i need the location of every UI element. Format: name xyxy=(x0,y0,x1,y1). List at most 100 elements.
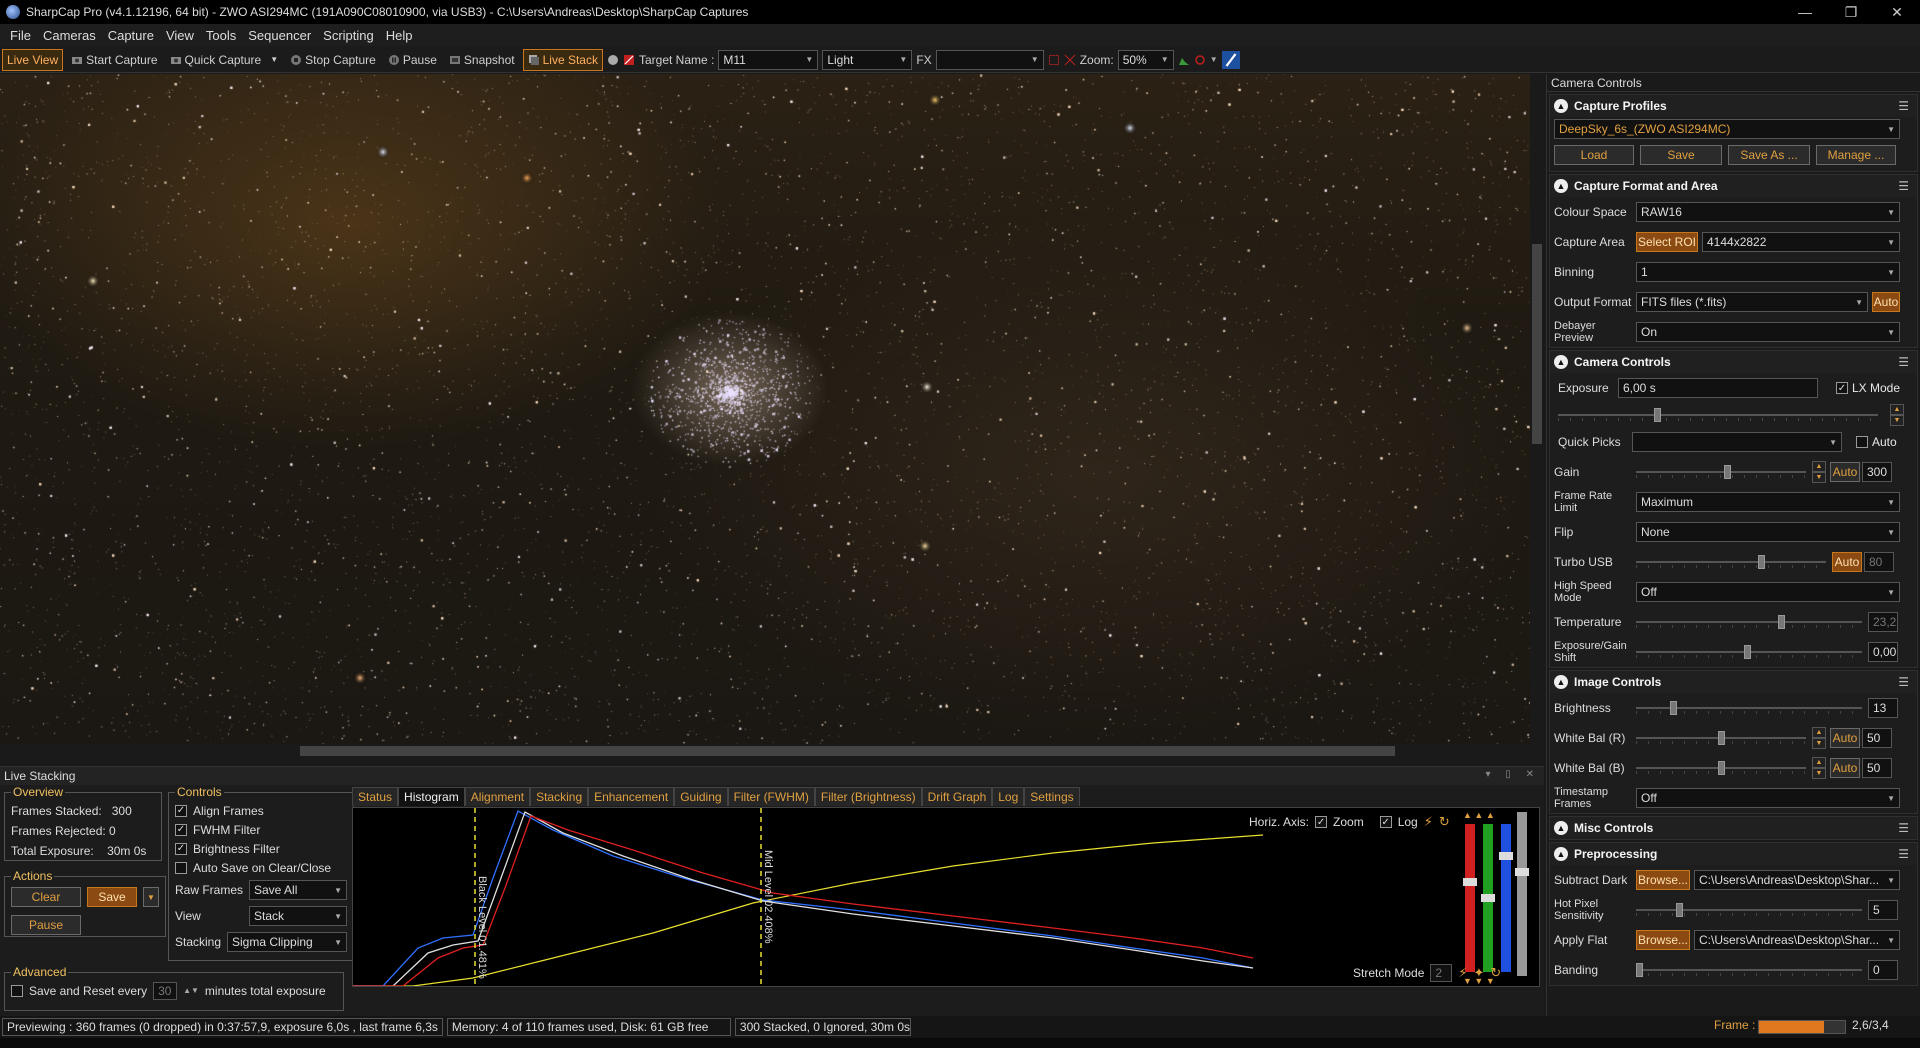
gain-spinner[interactable]: ▲ ▼ xyxy=(1812,461,1826,483)
gain-auto-button[interactable]: Auto xyxy=(1830,462,1860,482)
turbo-usb-input[interactable]: 80 xyxy=(1864,552,1894,572)
white-bal-r-input[interactable]: 50 xyxy=(1862,728,1892,748)
gain-input[interactable]: 300 xyxy=(1862,462,1892,482)
maximize-button[interactable]: ❐ xyxy=(1828,0,1874,24)
tab-stacking[interactable]: Stacking xyxy=(530,787,589,806)
save-profile-button[interactable]: Save xyxy=(1640,145,1722,165)
spin-up-icon[interactable]: ▲ xyxy=(1812,757,1826,768)
white-bal-r-slider[interactable] xyxy=(1636,731,1806,745)
exposure-gain-shift-input[interactable]: 0,00 xyxy=(1868,642,1898,662)
brightness-slider[interactable] xyxy=(1636,701,1862,715)
menu-icon[interactable]: ☰ xyxy=(1898,355,1909,369)
menu-icon[interactable]: ☰ xyxy=(1898,821,1909,835)
snapshot-button[interactable]: Snapshot xyxy=(445,49,519,71)
gain-slider[interactable] xyxy=(1636,465,1806,479)
close-button[interactable]: ✕ xyxy=(1874,0,1920,24)
luminance-channel-slider[interactable] xyxy=(1517,812,1527,976)
exposure-input[interactable]: 6,00 s xyxy=(1618,378,1818,398)
frame-type-combo[interactable]: Light ▼ xyxy=(822,49,913,70)
white-bal-b-auto-button[interactable]: Auto xyxy=(1830,758,1860,778)
colour-space-combo[interactable]: RAW16 ▼ xyxy=(1636,202,1900,222)
stretch-mode-input[interactable]: 2 xyxy=(1430,964,1453,982)
hot-pixel-input[interactable]: 5 xyxy=(1868,900,1898,920)
spin-down-icon[interactable]: ▼ xyxy=(1812,472,1826,483)
white-bal-b-spinner[interactable]: ▲ ▼ xyxy=(1812,757,1826,779)
lx-mode-checkbox[interactable]: ✓ xyxy=(1836,382,1848,394)
log-checkbox[interactable]: ✓ xyxy=(1379,816,1392,828)
spin-down-icon[interactable]: ▼ xyxy=(1812,738,1826,749)
image-controls-header[interactable]: ▲ Image Controls ☰ xyxy=(1550,671,1917,693)
green-slider-knob[interactable] xyxy=(1481,894,1495,902)
auto-save-checkbox[interactable] xyxy=(175,861,187,874)
pin-icon[interactable] xyxy=(1221,50,1240,69)
pause-button[interactable]: Pause xyxy=(384,49,441,71)
zoom-checkbox[interactable]: ✓ xyxy=(1315,816,1328,828)
spin-up-icon[interactable]: ▲ xyxy=(1812,461,1826,472)
save-reset-checkbox[interactable] xyxy=(11,984,23,997)
live-stack-button[interactable]: Live Stack xyxy=(522,48,603,71)
stop-capture-button[interactable]: Stop Capture xyxy=(286,49,380,71)
histogram-panel[interactable]: Black Level 01.481% Mid Level 02.408% ▲ … xyxy=(352,807,1540,987)
raw-frames-combo[interactable]: Save All ▼ xyxy=(249,880,347,900)
tab-filter-brightness[interactable]: Filter (Brightness) xyxy=(814,787,922,806)
exposure-gain-shift-slider[interactable] xyxy=(1636,645,1862,659)
stretch-star-icon[interactable]: ✦ xyxy=(1474,965,1485,981)
sphere-icon[interactable] xyxy=(607,54,619,66)
red-slider-knob[interactable] xyxy=(1463,878,1477,886)
tab-log[interactable]: Log xyxy=(992,787,1025,806)
tab-alignment[interactable]: Alignment xyxy=(464,787,531,806)
frame-rate-limit-combo[interactable]: Maximum ▼ xyxy=(1636,492,1900,512)
white-bal-b-slider[interactable] xyxy=(1636,761,1806,775)
white-bal-b-input[interactable]: 50 xyxy=(1862,758,1892,778)
menu-view[interactable]: View xyxy=(160,28,200,43)
settings-icon[interactable] xyxy=(1194,54,1206,66)
menu-sequencer[interactable]: Sequencer xyxy=(242,28,317,43)
collapse-icon[interactable]: ▲ xyxy=(1554,99,1568,113)
menu-icon[interactable]: ☰ xyxy=(1898,675,1909,689)
stretch-reset-icon[interactable]: ↻ xyxy=(1490,965,1501,981)
menu-help[interactable]: Help xyxy=(380,28,419,43)
blue-slider-knob[interactable] xyxy=(1499,852,1513,860)
blue-channel-slider[interactable] xyxy=(1501,824,1511,972)
collapse-icon[interactable]: ▲ xyxy=(1554,847,1568,861)
quick-picks-auto-checkbox[interactable] xyxy=(1856,436,1868,448)
tab-guiding[interactable]: Guiding xyxy=(674,787,728,806)
histogram-icon[interactable] xyxy=(1178,54,1190,66)
white-bal-r-auto-button[interactable]: Auto xyxy=(1830,728,1860,748)
menu-file[interactable]: File xyxy=(4,28,37,43)
binning-combo[interactable]: 1 ▼ xyxy=(1636,262,1900,282)
profile-combo[interactable]: DeepSky_6s_(ZWO ASI294MC) ▼ xyxy=(1554,119,1900,139)
image-horizontal-scrollbar[interactable] xyxy=(0,744,1530,758)
collapse-icon[interactable]: ▲ xyxy=(1554,179,1568,193)
browse-dark-button[interactable]: Browse... xyxy=(1636,870,1690,890)
tab-drift-graph[interactable]: Drift Graph xyxy=(921,787,993,806)
channel-up-arrows-icon[interactable]: ▲ ▲ ▲ xyxy=(1463,810,1495,820)
start-capture-button[interactable]: Start Capture xyxy=(67,49,161,71)
menu-scripting[interactable]: Scripting xyxy=(317,28,380,43)
flat-path-combo[interactable]: C:\Users\Andreas\Desktop\Shar... ▼ xyxy=(1694,930,1900,950)
menu-capture[interactable]: Capture xyxy=(102,28,160,43)
output-format-combo[interactable]: FITS files (*.fits) ▼ xyxy=(1636,292,1868,312)
spin-up-icon[interactable]: ▲ xyxy=(1890,404,1904,415)
luminance-slider-knob[interactable] xyxy=(1515,868,1529,876)
roi-icon[interactable] xyxy=(1048,54,1060,66)
brightness-filter-checkbox[interactable]: ✓ xyxy=(175,842,187,855)
quick-capture-button[interactable]: Quick Capture ▼ xyxy=(166,49,283,71)
no-target-icon[interactable] xyxy=(623,54,635,66)
manage-profiles-button[interactable]: Manage ... xyxy=(1816,145,1896,165)
auto-stretch-icon[interactable]: ⚡ xyxy=(1424,814,1433,830)
exposure-spinner[interactable]: ▲ ▼ xyxy=(1890,404,1904,426)
turbo-usb-auto-button[interactable]: Auto xyxy=(1832,552,1862,572)
banding-slider[interactable] xyxy=(1636,963,1862,977)
menu-icon[interactable]: ☰ xyxy=(1898,847,1909,861)
image-viewport[interactable] xyxy=(0,74,1530,744)
save-dropdown-button[interactable]: ▼ xyxy=(143,887,159,907)
menu-tools[interactable]: Tools xyxy=(200,28,242,43)
minimize-button[interactable]: — xyxy=(1782,0,1828,24)
tab-filter-fwhm[interactable]: Filter (FWHM) xyxy=(727,787,815,806)
spin-down-icon[interactable]: ▼ xyxy=(1890,415,1904,426)
capture-area-combo[interactable]: 4144x2822 ▼ xyxy=(1702,232,1900,252)
misc-controls-header[interactable]: ▲ Misc Controls ☰ xyxy=(1550,817,1917,839)
histogram-chart[interactable]: Black Level 01.481% Mid Level 02.408% ▲ … xyxy=(353,808,1540,987)
dark-path-combo[interactable]: C:\Users\Andreas\Desktop\Shar... ▼ xyxy=(1694,870,1900,890)
